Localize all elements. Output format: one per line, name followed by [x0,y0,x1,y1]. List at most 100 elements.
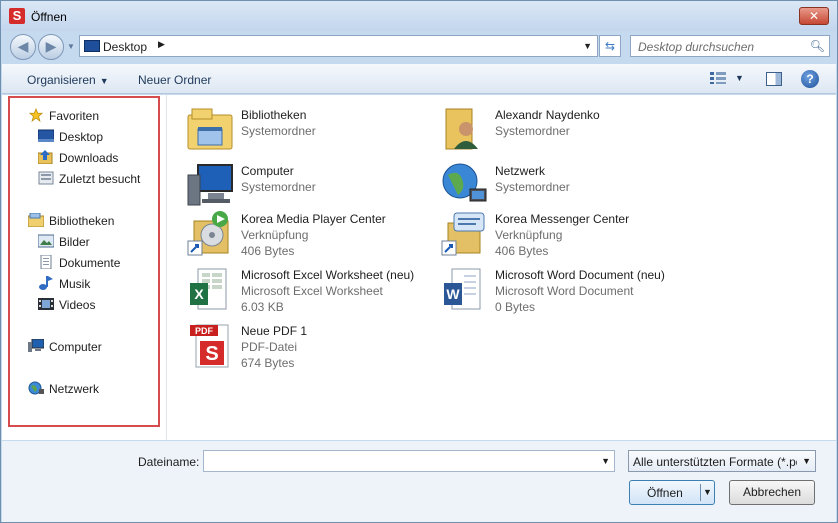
file-type-select[interactable]: Alle unterstützten Formate (*.pdf) ▼ [628,450,816,472]
file-type-value: Alle unterstützten Formate (*.pdf) [633,455,797,469]
address-bar[interactable]: Desktop ▶ ▼ [79,35,598,57]
navigation-pane[interactable]: Favoriten Desktop Downloads Zuletzt besu… [2,95,167,440]
sidebar-item-label: Bilder [59,235,90,249]
help-icon[interactable]: ? [801,70,819,88]
file-name: Netzwerk [495,164,546,178]
file-list[interactable]: Bibliotheken Systemordner Alexandr Nayde… [168,95,836,440]
window-title: Öffnen [31,10,67,24]
navigation-bar: ◀ ▶ ▼ Desktop ▶ ▼ ⇆ Desktop durchsuchen … [1,31,837,63]
preview-pane-icon[interactable] [766,72,782,86]
list-item[interactable]: Korea Media Player Center Verknüpfung 40… [186,209,436,261]
file-type: Microsoft Excel Worksheet [241,284,383,298]
file-name: Computer [241,164,294,178]
excel-icon: X [190,268,227,310]
address-dropdown-icon[interactable]: ▼ [583,41,592,51]
file-name: Korea Media Player Center [241,212,386,226]
search-input[interactable]: Desktop durchsuchen 🔍︎ [630,35,830,57]
file-size: 406 Bytes [495,244,549,258]
svg-text:W: W [446,286,460,302]
cancel-button[interactable]: Abbrechen [729,480,815,505]
dialog-body: Favoriten Desktop Downloads Zuletzt besu… [2,95,836,440]
open-button-label: Öffnen [647,486,683,500]
list-item[interactable]: Computer Systemordner [186,161,436,213]
list-item[interactable]: Korea Messenger Center Verknüpfung 406 B… [440,209,690,261]
breadcrumb-arrow-icon[interactable]: ▶ [158,39,165,50]
filename-label: Dateiname: [138,455,200,469]
file-type: Systemordner [495,180,570,194]
search-icon[interactable]: 🔍︎ [810,39,825,53]
sidebar-item-label: Zuletzt besucht [59,172,141,186]
file-name: Microsoft Excel Worksheet (neu) [241,268,415,282]
refresh-button[interactable]: ⇆ [599,35,621,57]
file-name: Alexandr Naydenko [495,108,600,122]
open-button[interactable]: Öffnen ▼ [629,480,715,505]
organise-menu-button[interactable]: Organisieren ▼ [27,73,109,87]
new-folder-button[interactable]: Neuer Ordner [138,73,211,87]
organise-label: Organisieren [27,73,96,87]
pictures-icon [38,234,54,248]
file-name: Korea Messenger Center [495,212,630,226]
sidebar-item-label: Netzwerk [49,382,100,396]
documents-icon [40,255,52,269]
sidebar-item-label: Downloads [59,151,119,165]
file-type: Verknüpfung [241,228,309,242]
sidebar-item-label: Videos [59,298,96,312]
file-name: Bibliotheken [241,108,307,122]
recent-places-icon [38,171,54,185]
file-type: PDF-Datei [241,340,298,354]
search-placeholder: Desktop durchsuchen [638,40,755,54]
desktop-icon [38,129,54,142]
svg-text:PDF: PDF [195,326,214,336]
file-type: Microsoft Word Document [495,284,634,298]
computer-icon [28,339,44,352]
list-item[interactable]: Bibliotheken Systemordner [186,105,436,157]
svg-text:S: S [205,343,218,365]
user-folder-icon [445,108,478,150]
file-name: Microsoft Word Document (neu) [495,268,665,282]
sidebar-item-label: Favoriten [49,109,100,123]
file-size: 406 Bytes [241,244,295,258]
list-item[interactable]: PDF S Neue PDF 1 PDF-Datei 674 Bytes [186,321,436,373]
sidebar-item-label: Musik [59,277,91,291]
open-dialog: S Öffnen ✕ ◀ ▶ ▼ Desktop ▶ ▼ ⇆ Desktop d… [0,0,838,523]
filename-dropdown-icon[interactable]: ▼ [601,456,610,466]
app-icon: S [9,8,25,24]
title-bar[interactable]: S Öffnen ✕ [1,1,837,31]
back-button[interactable]: ◀ [10,34,36,60]
dialog-footer: Dateiname: ▼ Alle unterstützten Formate … [2,441,836,522]
media-player-shortcut-icon [187,211,229,256]
star-icon [28,108,44,122]
file-size: 674 Bytes [241,356,295,370]
forward-button[interactable]: ▶ [38,34,64,60]
view-options-chevron-icon[interactable]: ▼ [735,73,744,83]
open-button-divider [700,484,701,501]
list-item[interactable]: Alexandr Naydenko Systemordner [440,105,690,157]
downloads-icon [38,150,53,164]
file-type: Systemordner [241,124,316,138]
open-options-chevron-icon[interactable]: ▼ [703,487,712,497]
toolbar: Organisieren ▼ Neuer Ordner ▼ ? [2,64,836,94]
sidebar-item-label: Computer [49,340,102,354]
recent-locations-dropdown-icon[interactable]: ▼ [67,42,75,51]
pdf-icon: PDF S [190,324,229,368]
network-icon [28,381,44,395]
file-type-dropdown-icon[interactable]: ▼ [802,456,811,466]
computer-icon [187,164,233,206]
close-button[interactable]: ✕ [799,7,829,25]
file-size: 6.03 KB [241,300,284,314]
svg-text:X: X [194,286,204,302]
file-size: 0 Bytes [495,300,536,314]
list-item[interactable]: Netzwerk Systemordner [440,161,690,213]
list-item[interactable]: W Microsoft Word Document (neu) Microsof… [440,265,690,317]
sidebar-item-label: Desktop [59,130,104,144]
file-name: Neue PDF 1 [241,324,308,338]
libraries-icon [187,108,233,150]
list-item[interactable]: X Microsoft Excel Worksheet (neu) Micros… [186,265,436,317]
messenger-shortcut-icon [441,212,485,256]
desktop-icon [84,40,100,52]
address-crumb-desktop[interactable]: Desktop [103,40,147,54]
chevron-down-icon: ▼ [99,76,109,86]
view-options-icon[interactable] [710,72,726,84]
libraries-icon [28,213,44,227]
filename-input[interactable]: ▼ [203,450,615,472]
